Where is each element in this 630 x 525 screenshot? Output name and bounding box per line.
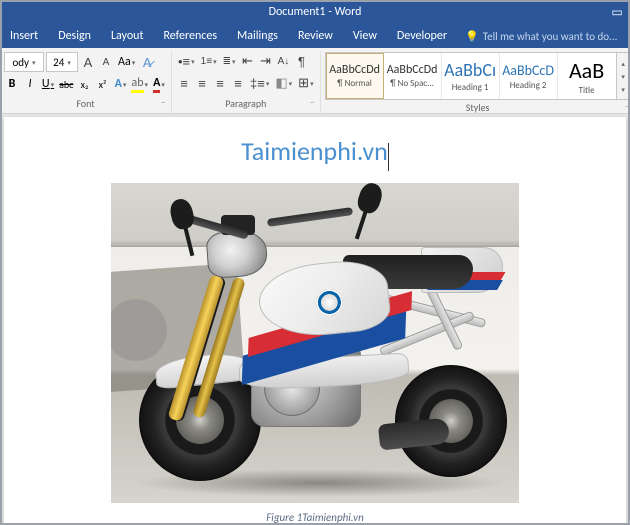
tab-design[interactable]: Design: [48, 24, 101, 48]
increase-indent-button[interactable]: ⇥: [257, 52, 273, 70]
align-right-button[interactable]: ≡: [212, 74, 228, 92]
line-spacing-button[interactable]: ‡≡▾: [248, 74, 271, 92]
font-family-select[interactable]: ody▾: [4, 52, 44, 72]
style-no-spacing[interactable]: AaBbCcDd ¶ No Spac...: [384, 53, 442, 99]
heading-text: Taimienphi.vn: [241, 135, 388, 167]
style-normal[interactable]: AaBbCcDd ¶ Normal: [326, 53, 384, 99]
group-label-font: Font: [4, 96, 167, 112]
window-controls: ▭: [604, 0, 630, 24]
numbering-button[interactable]: 1≡▾: [199, 52, 219, 70]
window-title: Document1 - Word: [269, 5, 362, 19]
style-title[interactable]: AaB Title: [558, 53, 616, 99]
ribbon-tabstrip: Insert Design Layout References Mailings…: [0, 24, 630, 48]
decrease-indent-button[interactable]: ⇤: [239, 52, 255, 70]
tab-review[interactable]: Review: [288, 24, 343, 48]
lightbulb-icon: 💡: [465, 30, 479, 43]
underline-button[interactable]: U▾: [40, 75, 56, 93]
superscript-button[interactable]: x²: [95, 75, 111, 93]
tab-developer[interactable]: Developer: [387, 24, 457, 48]
style-heading-2[interactable]: AaBbCcD Heading 2: [500, 53, 558, 99]
tell-me-label: Tell me what you want to do...: [483, 30, 618, 43]
bar-down-icon: ▾: [621, 85, 625, 94]
style-heading-1[interactable]: AaBbCı Heading 1: [442, 53, 500, 99]
group-label-styles: Styles: [325, 100, 630, 116]
tab-references[interactable]: References: [153, 24, 227, 48]
align-left-button[interactable]: ≡: [176, 74, 192, 92]
group-paragraph: •≡▾ 1≡▾ ≣▾ ⇤ ⇥ A↓ ¶ ≡ ≡ ≡ ≡ ‡≡▾ ◧▾ ⊞▾ Pa…: [172, 51, 321, 113]
multilevel-list-button[interactable]: ≣▾: [221, 52, 238, 70]
justify-button[interactable]: ≡: [230, 74, 246, 92]
tab-layout[interactable]: Layout: [101, 24, 154, 48]
styles-gallery-expand[interactable]: ▴ ▾ ▾: [616, 53, 630, 99]
tab-mailings[interactable]: Mailings: [227, 24, 288, 48]
bullets-button[interactable]: •≡▾: [176, 52, 197, 70]
grow-font-button[interactable]: A: [80, 53, 96, 71]
change-case-button[interactable]: Aa▾: [116, 53, 137, 71]
sort-button[interactable]: A↓: [275, 52, 291, 70]
borders-button[interactable]: ⊞▾: [296, 74, 315, 92]
styles-gallery: AaBbCcDd ¶ Normal AaBbCcDd ¶ No Spac... …: [325, 52, 630, 100]
group-font: ody▾ 24▾ A A Aa▾ A̷ B I U▾ abc x₂ x² A▾ …: [0, 51, 172, 113]
group-styles: AaBbCcDd ¶ Normal AaBbCcDd ¶ No Spac... …: [321, 51, 630, 113]
text-effects-button[interactable]: A▾: [113, 75, 129, 93]
group-label-paragraph: Paragraph: [176, 96, 316, 112]
document-area[interactable]: Taimienphi.vn: [0, 114, 630, 525]
tell-me-search[interactable]: 💡 Tell me what you want to do...: [457, 24, 625, 48]
inserted-image[interactable]: [111, 183, 519, 503]
shading-button[interactable]: ◧▾: [273, 74, 294, 92]
shrink-font-button[interactable]: A: [98, 53, 114, 71]
font-color-button[interactable]: A▾: [151, 75, 167, 93]
align-center-button[interactable]: ≡: [194, 74, 210, 92]
ribbon-collapse-icon[interactable]: ▭: [604, 0, 630, 24]
tab-view[interactable]: View: [343, 24, 387, 48]
heading-line[interactable]: Taimienphi.vn: [241, 135, 389, 171]
page[interactable]: Taimienphi.vn: [4, 117, 626, 525]
italic-button[interactable]: I: [22, 75, 38, 93]
show-marks-button[interactable]: ¶: [293, 52, 309, 70]
text-cursor: [388, 143, 389, 171]
image-caption[interactable]: Figure 1Taimienphi.vn: [266, 511, 363, 524]
ribbon: ody▾ 24▾ A A Aa▾ A̷ B I U▾ abc x₂ x² A▾ …: [0, 48, 630, 114]
tab-insert[interactable]: Insert: [0, 24, 48, 48]
subscript-button[interactable]: x₂: [77, 75, 93, 93]
chevron-up-icon: ▴: [621, 59, 625, 68]
font-size-select[interactable]: 24▾: [46, 52, 78, 72]
bold-button[interactable]: B: [4, 75, 20, 93]
title-bar: Document1 - Word ▭: [0, 0, 630, 24]
highlight-button[interactable]: ab▾: [131, 75, 150, 93]
chevron-down-icon: ▾: [621, 72, 625, 81]
clear-formatting-button[interactable]: A̷: [139, 53, 155, 71]
strikethrough-button[interactable]: abc: [58, 75, 75, 93]
